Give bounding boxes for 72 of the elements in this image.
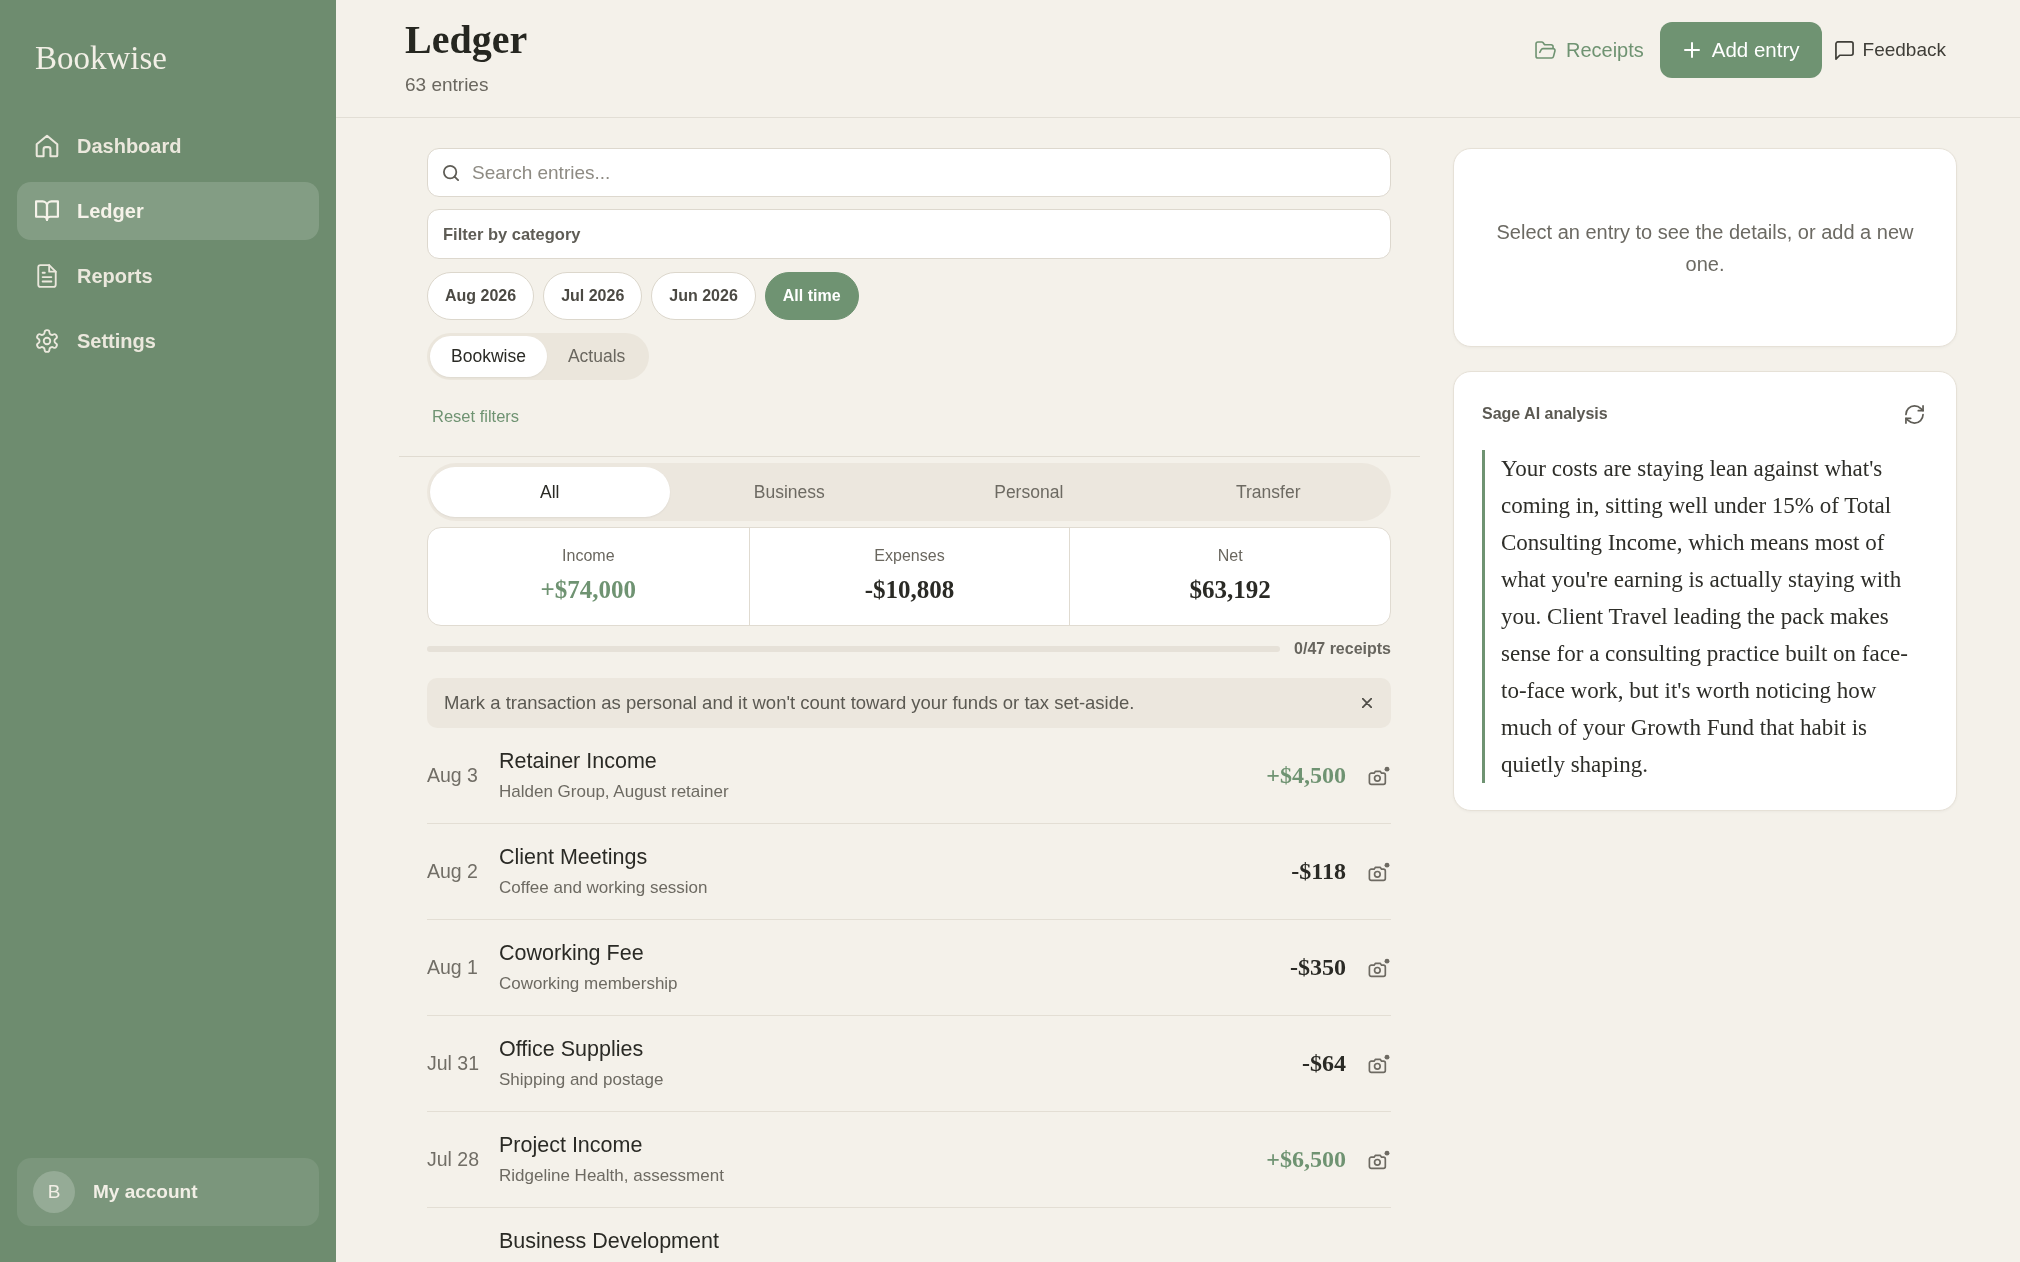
summary-label: Expenses: [874, 546, 945, 566]
receipts-count: 0/47 receipts: [1294, 640, 1391, 658]
empty-state-message: Select an entry to see the details, or add a new one.: [1495, 219, 1915, 277]
account-button[interactable]: B My account: [17, 1158, 319, 1226]
period-chip[interactable]: All time: [764, 272, 859, 320]
search-icon: [443, 164, 459, 181]
tab[interactable]: All: [430, 467, 670, 517]
entry-note: Coffee and working session: [499, 877, 708, 899]
toggle-option[interactable]: Actuals: [546, 336, 647, 377]
summary-label: Net: [1217, 546, 1243, 566]
speech-bubble-icon: [1834, 40, 1854, 60]
entry-date: Aug 1: [427, 956, 478, 979]
document-icon: [35, 264, 59, 288]
entry-title: Business Development: [499, 1228, 719, 1255]
nav-item[interactable]: Reports: [17, 247, 319, 305]
entry-count: 63 entries: [405, 73, 490, 97]
entry-date: Aug 3: [427, 764, 478, 787]
nav-item[interactable]: Ledger: [17, 182, 319, 240]
period-chip[interactable]: Jun 2026: [651, 272, 756, 320]
entry-amount: -$350: [1290, 954, 1346, 981]
entry-title: Office Supplies: [499, 1036, 644, 1063]
entry-note: Halden Group, August retainer: [499, 781, 729, 803]
app-logo: Bookwise: [35, 39, 167, 78]
entry-amount: +$4,500: [1266, 762, 1346, 789]
entry-amount: -$64: [1302, 1050, 1346, 1077]
refresh-icon[interactable]: [1905, 404, 1924, 424]
summary-value: +$74,000: [540, 576, 637, 604]
page-title: Ledger: [405, 18, 528, 62]
summary-label: Income: [562, 546, 615, 566]
summary-value: $63,192: [1189, 576, 1271, 604]
gear-icon: [35, 329, 59, 353]
primary-button[interactable]: Add entry: [1659, 22, 1822, 78]
link-button[interactable]: Receipts: [1522, 22, 1657, 78]
close-icon[interactable]: [1362, 698, 1372, 708]
camera-icon[interactable]: [1368, 765, 1390, 786]
text-button[interactable]: Feedback: [1824, 22, 1956, 78]
search-field[interactable]: Search entries...: [427, 148, 1391, 197]
entry-date: Aug 2: [427, 860, 478, 883]
entry-title: Project Income: [499, 1132, 643, 1159]
entry-amount: -$118: [1291, 858, 1346, 885]
tab[interactable]: Business: [669, 467, 909, 517]
entry-note: Coworking membership: [499, 973, 678, 995]
camera-icon[interactable]: [1368, 1149, 1390, 1170]
summary-value: -$10,808: [864, 576, 955, 604]
tab[interactable]: Transfer: [1148, 467, 1388, 517]
plus-icon: [1683, 42, 1700, 58]
period-chip[interactable]: Jul 2026: [543, 272, 643, 320]
banner-text: Mark a transaction as personal and it won't count toward your funds or tax set-aside.: [444, 692, 1135, 714]
analysis-title: Sage AI analysis: [1482, 405, 1608, 423]
entry-date: Jul 31: [427, 1052, 480, 1075]
nav-item[interactable]: Settings: [17, 312, 319, 370]
tab[interactable]: Personal: [909, 467, 1149, 517]
entry-title: Retainer Income: [499, 748, 657, 775]
camera-icon[interactable]: [1368, 861, 1390, 882]
entry-note: Shipping and postage: [499, 1069, 664, 1091]
analysis-text: Your costs are staying lean against what's coming in, sitting well under 15% of Total Consulting Income, which means most of what you're earning is actually staying with you. Client Travel leading the pack makes sense for a consulting practice built on face-to-face work, but it's worth noticing how much of your Growth Fund that habit is quietly shaping.: [1501, 455, 1909, 779]
toggle-option[interactable]: Bookwise: [430, 336, 547, 377]
category-field[interactable]: Filter by category: [427, 209, 1391, 259]
home-icon: [35, 134, 59, 158]
period-chip[interactable]: Aug 2026: [427, 272, 535, 320]
folder-icon: [1535, 41, 1556, 59]
entry-amount: +$6,500: [1266, 1146, 1346, 1173]
camera-icon[interactable]: [1368, 1053, 1390, 1074]
camera-icon[interactable]: [1368, 957, 1390, 978]
entry-title: Coworking Fee: [499, 940, 644, 967]
open-book-icon: [35, 199, 59, 223]
entry-date: Jul 28: [427, 1148, 480, 1171]
avatar: B: [33, 1171, 75, 1213]
entry-title: Client Meetings: [499, 844, 648, 871]
reset-filters-link[interactable]: Reset filters: [432, 405, 520, 427]
nav-item[interactable]: Dashboard: [17, 117, 319, 175]
entry-note: Ridgeline Health, assessment: [499, 1165, 724, 1187]
